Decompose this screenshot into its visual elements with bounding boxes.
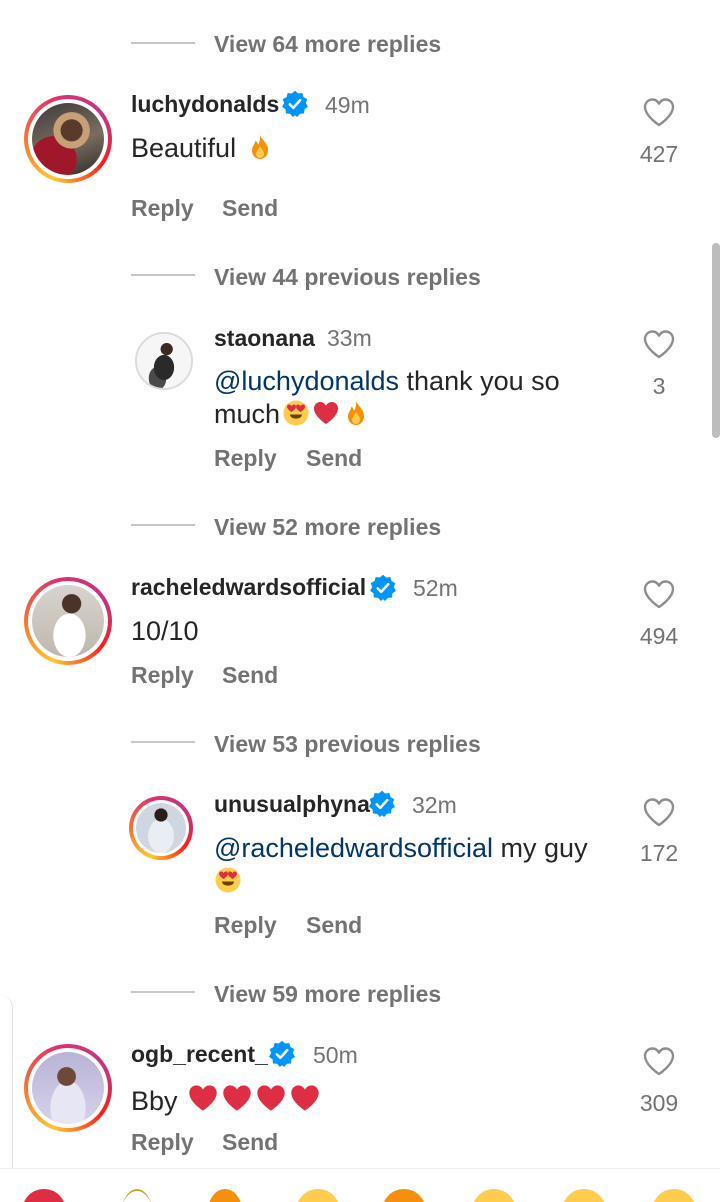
grinning-face-icon[interactable] (652, 1189, 696, 1202)
like-count: 3 (652, 373, 666, 399)
reply-button[interactable]: Reply (131, 1129, 194, 1156)
like-heart-icon[interactable] (642, 1045, 676, 1077)
scrollbar-thumb[interactable] (712, 243, 720, 438)
like-heart-icon[interactable] (642, 796, 676, 828)
smiling-face-icon[interactable] (562, 1189, 606, 1202)
comment-text: 10/10 (131, 616, 199, 646)
reply-button[interactable]: Reply (214, 912, 277, 939)
avatar[interactable] (129, 796, 193, 860)
reply-text: @racheledwardsofficial my guy (214, 832, 614, 898)
view-previous-replies-button[interactable]: View 44 previous replies (214, 264, 481, 291)
reply-timestamp: 32m (412, 792, 457, 818)
emoji-reaction-bar (0, 1168, 720, 1202)
red-heart-emoji-icon (221, 1082, 253, 1114)
reply-button[interactable]: Reply (131, 195, 194, 222)
mention-link[interactable]: @luchydonalds (214, 366, 399, 396)
raising-hands-icon[interactable] (296, 1189, 340, 1202)
like-count: 427 (639, 141, 679, 167)
verified-badge-icon (368, 790, 396, 818)
red-heart-emoji-icon (312, 399, 340, 427)
fire-emoji-icon (246, 133, 274, 161)
view-previous-replies-button[interactable]: View 53 previous replies (214, 731, 481, 758)
reply-button[interactable]: Reply (131, 662, 194, 689)
view-more-replies-button[interactable]: View 64 more replies (214, 31, 441, 58)
red-heart-emoji-icon (255, 1082, 287, 1114)
clapping-hands-icon[interactable] (122, 1189, 152, 1202)
comment-username[interactable]: ogb_recent_ (131, 1041, 268, 1068)
heart-eyes-emoji-icon (282, 399, 310, 427)
comment-timestamp: 49m (325, 92, 370, 118)
fire-icon[interactable] (208, 1189, 242, 1202)
fire-emoji-icon (342, 399, 370, 427)
view-more-divider (131, 42, 195, 44)
reply-timestamp: 33m (327, 325, 372, 351)
heart-eyes-icon[interactable] (472, 1189, 516, 1202)
avatar[interactable] (24, 577, 112, 665)
avatar[interactable] (135, 332, 193, 390)
reply-username[interactable]: staonana (214, 325, 315, 352)
like-count: 172 (639, 840, 679, 866)
comment-timestamp: 50m (313, 1042, 358, 1068)
verified-badge-icon (281, 90, 309, 118)
view-more-divider (131, 991, 195, 993)
red-heart-icon[interactable] (22, 1189, 66, 1202)
send-button[interactable]: Send (222, 1129, 278, 1156)
like-count: 494 (639, 623, 679, 649)
mention-link[interactable]: @racheledwardsofficial (214, 833, 493, 863)
send-button[interactable]: Send (306, 445, 362, 472)
comment-text: Beautiful (131, 132, 274, 165)
send-button[interactable]: Send (222, 195, 278, 222)
send-button[interactable]: Send (222, 662, 278, 689)
like-count: 309 (639, 1090, 679, 1116)
view-more-replies-button[interactable]: View 52 more replies (214, 514, 441, 541)
view-more-replies-button[interactable]: View 59 more replies (214, 981, 441, 1008)
view-more-divider (131, 524, 195, 526)
comment-username[interactable]: racheledwardsofficial (131, 574, 366, 601)
send-button[interactable]: Send (306, 912, 362, 939)
verified-badge-icon (268, 1040, 296, 1068)
reply-button[interactable]: Reply (214, 445, 277, 472)
crying-face-icon[interactable] (382, 1189, 426, 1202)
view-previous-divider (131, 741, 195, 743)
red-heart-emoji-icon (187, 1082, 219, 1114)
red-heart-emoji-icon (289, 1082, 321, 1114)
heart-eyes-emoji-icon (214, 866, 242, 894)
like-heart-icon[interactable] (642, 96, 676, 128)
comment-username[interactable]: luchydonalds (131, 91, 279, 118)
reply-username[interactable]: unusualphyna (214, 791, 370, 818)
like-heart-icon[interactable] (642, 328, 676, 360)
comment-timestamp: 52m (413, 575, 458, 601)
like-heart-icon[interactable] (642, 578, 676, 610)
verified-badge-icon (369, 574, 397, 602)
view-previous-divider (131, 274, 195, 276)
avatar[interactable] (24, 1044, 112, 1132)
comment-text: Bby (131, 1082, 321, 1118)
avatar[interactable] (24, 95, 112, 183)
reply-text: @luchydonalds thank you so much (214, 366, 560, 429)
